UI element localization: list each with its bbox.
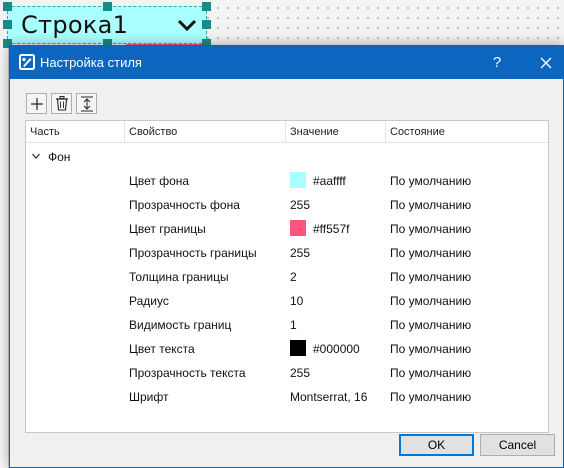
- close-icon: [540, 57, 552, 68]
- help-button[interactable]: ?: [480, 46, 514, 79]
- property-state: По умолчанию: [390, 174, 472, 188]
- plus-icon: [30, 97, 43, 110]
- canvas-frame: [0, 44, 9, 468]
- property-state: По умолчанию: [390, 390, 472, 404]
- tree-row[interactable]: Толщина границы 2 По умолчанию: [26, 265, 548, 289]
- property-value: #ff557f: [313, 222, 350, 236]
- tree-row[interactable]: Шрифт Montserrat, 16 По умолчанию: [26, 385, 548, 409]
- tree-row[interactable]: Цвет текста #000000 По умолчанию: [26, 337, 548, 361]
- expand-vertical-icon: [80, 96, 93, 111]
- tree-group-background[interactable]: Фон: [26, 147, 548, 165]
- chevron-down-icon: [177, 19, 197, 32]
- expand-collapse-button[interactable]: [76, 93, 97, 114]
- property-name: Прозрачность фона: [129, 198, 240, 212]
- tree-row[interactable]: Прозрачность текста 255 По умолчанию: [26, 361, 548, 385]
- resize-handle-top[interactable]: [103, 2, 112, 11]
- ok-button[interactable]: OK: [399, 434, 474, 456]
- property-name: Видимость границ: [129, 318, 232, 332]
- property-name: Прозрачность границы: [129, 246, 257, 260]
- delete-button[interactable]: [51, 93, 72, 114]
- property-value: 10: [290, 294, 304, 308]
- property-name: Цвет границы: [129, 222, 206, 236]
- property-value: 1: [290, 318, 297, 332]
- property-name: Прозрачность текста: [129, 366, 246, 380]
- dialog-title: Настройка стиля: [40, 55, 142, 70]
- tree-header: Часть Свойство Значение Состояние: [26, 121, 548, 143]
- style-settings-dialog: Настройка стиля ? Часть Свойство Значени…: [9, 45, 564, 468]
- style-properties-tree[interactable]: Часть Свойство Значение Состояние Фон Цв…: [25, 120, 549, 433]
- property-value: 255: [290, 246, 311, 260]
- property-name: Радиус: [129, 294, 169, 308]
- property-value: #000000: [313, 342, 360, 356]
- tree-row[interactable]: Цвет границы #ff557f По умолчанию: [26, 217, 548, 241]
- property-state: По умолчанию: [390, 294, 472, 308]
- property-value: 255: [290, 366, 311, 380]
- property-state: По умолчанию: [390, 366, 472, 380]
- property-state: По умолчанию: [390, 270, 472, 284]
- property-value: Montserrat, 16: [290, 390, 368, 404]
- property-state: По умолчанию: [390, 342, 472, 356]
- resize-handle-right[interactable]: [202, 20, 211, 29]
- property-value: 2: [290, 270, 297, 284]
- group-label: Фон: [48, 150, 71, 164]
- tree-row[interactable]: Цвет фона #aaffff По умолчанию: [26, 169, 548, 193]
- column-header-property[interactable]: Свойство: [125, 121, 286, 143]
- dialog-toolbar: [26, 93, 97, 115]
- property-name: Толщина границы: [129, 270, 229, 284]
- trash-icon: [55, 96, 68, 111]
- style-settings-icon: [19, 54, 35, 70]
- resize-handle-top-left[interactable]: [3, 2, 12, 11]
- cancel-label: Cancel: [498, 438, 537, 452]
- tree-row[interactable]: Прозрачность границы 255 По умолчанию: [26, 241, 548, 265]
- tree-row[interactable]: Радиус 10 По умолчанию: [26, 289, 548, 313]
- close-button[interactable]: [528, 46, 564, 79]
- resize-handle-top-right[interactable]: [202, 2, 211, 11]
- ok-label: OK: [427, 438, 446, 452]
- tree-row[interactable]: Прозрачность фона 255 По умолчанию: [26, 193, 548, 217]
- property-value: #aaffff: [313, 174, 346, 188]
- tree-row[interactable]: Видимость границ 1 По умолчанию: [26, 313, 548, 337]
- property-state: По умолчанию: [390, 318, 472, 332]
- dialog-titlebar[interactable]: Настройка стиля ?: [10, 46, 563, 79]
- property-value: 255: [290, 198, 311, 212]
- property-state: По умолчанию: [390, 198, 472, 212]
- property-name: Цвет фона: [129, 174, 190, 188]
- color-swatch: [290, 220, 306, 236]
- column-header-state[interactable]: Состояние: [386, 121, 549, 143]
- property-name: Цвет текста: [129, 342, 195, 356]
- help-label: ?: [492, 54, 502, 71]
- property-name: Шрифт: [129, 390, 169, 404]
- color-swatch: [290, 340, 306, 356]
- property-state: По умолчанию: [390, 222, 472, 236]
- resize-handle-left[interactable]: [3, 20, 12, 29]
- cancel-button[interactable]: Cancel: [480, 434, 555, 456]
- property-state: По умолчанию: [390, 246, 472, 260]
- color-swatch: [290, 172, 306, 188]
- add-button[interactable]: [26, 93, 47, 114]
- widget-text: Строка1: [21, 11, 129, 39]
- column-header-value[interactable]: Значение: [286, 121, 386, 143]
- chevron-down-icon[interactable]: [31, 151, 41, 161]
- column-header-part[interactable]: Часть: [26, 121, 125, 143]
